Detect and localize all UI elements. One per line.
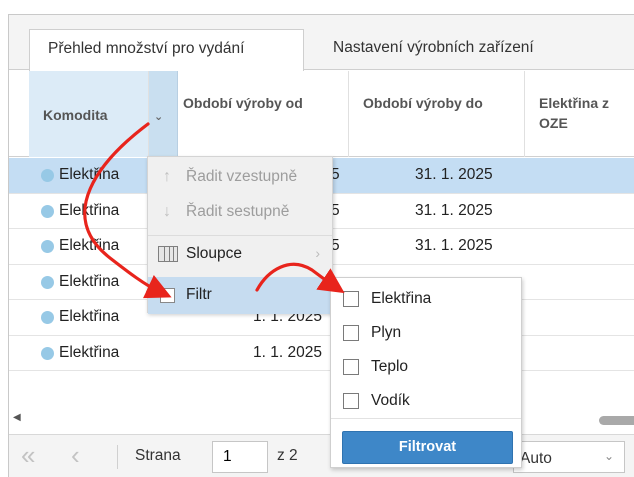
option-checkbox[interactable]	[343, 359, 359, 375]
table-row[interactable]: Elektřina 1. 1. 2025	[9, 336, 634, 371]
chevron-down-icon: ⌄	[603, 449, 614, 463]
commodity-dot-icon	[41, 240, 54, 253]
option-checkbox[interactable]	[343, 325, 359, 341]
previous-page-icon[interactable]: ‹	[71, 442, 80, 468]
tab-prehled[interactable]: Přehled množství pro vydání	[29, 29, 304, 71]
cell-do: 31. 1. 2025	[415, 237, 493, 254]
menu-item-sort-desc[interactable]: ↓ Řadit sestupně	[148, 194, 332, 231]
column-header-obdobi-do[interactable]: Období výroby do	[349, 71, 525, 157]
columns-icon	[158, 246, 178, 262]
cell-komodita: Elektřina	[59, 237, 120, 254]
column-header-elektrina-oze[interactable]: Elektřina z OZE	[525, 71, 634, 157]
option-checkbox[interactable]	[343, 393, 359, 409]
horizontal-scrollbar[interactable]: ◀	[9, 412, 634, 426]
cell-komodita: Elektřina	[59, 272, 120, 290]
arrow-down-icon: ↓	[163, 203, 171, 220]
chevron-down-icon: ⌄	[154, 111, 164, 123]
filter-option-teplo[interactable]: Teplo	[331, 350, 521, 384]
option-label: Teplo	[371, 358, 409, 375]
column-menu: ↑ Řadit vzestupně ↓ Řadit sestupně Sloup…	[147, 156, 333, 314]
commodity-dot-icon	[41, 346, 54, 360]
scrollbar-thumb[interactable]	[599, 416, 634, 425]
commodity-dot-icon	[41, 169, 54, 182]
tab-nastaveni[interactable]: Nastavení výrobních zařízení	[315, 29, 552, 71]
filter-option-vodik[interactable]: Vodík	[331, 384, 521, 418]
option-label: Vodík	[371, 392, 410, 409]
pager: « ‹ Strana z 2 Auto ⌄	[9, 434, 634, 477]
first-page-icon[interactable]: «	[21, 442, 35, 468]
cell-do: 31. 1. 2025	[415, 166, 493, 183]
scroll-left-icon[interactable]: ◀	[13, 412, 21, 423]
cell-od: 1. 1. 2025	[253, 343, 322, 361]
filter-option-plyn[interactable]: Plyn	[331, 316, 521, 350]
column-header-obdobi-od[interactable]: Období výroby od	[169, 71, 349, 157]
option-label: Plyn	[371, 324, 402, 341]
cell-komodita: Elektřina	[59, 166, 120, 183]
page-number-input[interactable]	[212, 441, 268, 473]
option-checkbox[interactable]	[343, 291, 359, 307]
menu-item-sort-asc[interactable]: ↑ Řadit vzestupně	[148, 159, 332, 196]
column-header-komodita[interactable]: Komodita	[29, 71, 149, 157]
chevron-right-icon: ›	[315, 245, 320, 261]
submenu-divider	[331, 418, 521, 419]
page-count-label: z 2	[277, 447, 298, 464]
page-size-value: Auto	[520, 450, 552, 467]
menu-item-label: Řadit vzestupně	[186, 168, 298, 185]
cell-komodita: Elektřina	[59, 343, 120, 361]
arrow-up-icon: ↑	[163, 168, 171, 185]
commodity-dot-icon	[41, 204, 54, 218]
menu-item-filter[interactable]: Filtr	[148, 277, 332, 314]
filter-option-elektrina[interactable]: Elektřina	[331, 282, 521, 316]
cell-do: 31. 1. 2025	[415, 201, 493, 219]
menu-item-label: Filtr	[186, 286, 212, 303]
filter-checkbox[interactable]	[160, 288, 175, 303]
tab-bar: Přehled množství pro vydání Nastavení vý…	[9, 15, 634, 71]
cell-komodita: Elektřina	[59, 201, 120, 219]
menu-item-label: Řadit sestupně	[186, 203, 290, 220]
page-size-select[interactable]: Auto ⌄	[513, 441, 625, 473]
grid-header: Komodita ⌄ Období výroby od Období výrob…	[9, 71, 634, 157]
pager-divider	[117, 445, 118, 469]
option-label: Elektřina	[371, 290, 432, 307]
commodity-dot-icon	[41, 275, 54, 289]
commodity-dot-icon	[41, 311, 54, 324]
filter-apply-button[interactable]: Filtrovat	[342, 431, 513, 464]
menu-item-columns[interactable]: Sloupce ›	[148, 235, 332, 272]
menu-item-label: Sloupce	[186, 245, 243, 262]
page-label: Strana	[135, 447, 181, 464]
filter-submenu: Elektřina Plyn Teplo Vodík Filtrovat	[330, 277, 522, 468]
cell-komodita: Elektřina	[59, 308, 120, 325]
